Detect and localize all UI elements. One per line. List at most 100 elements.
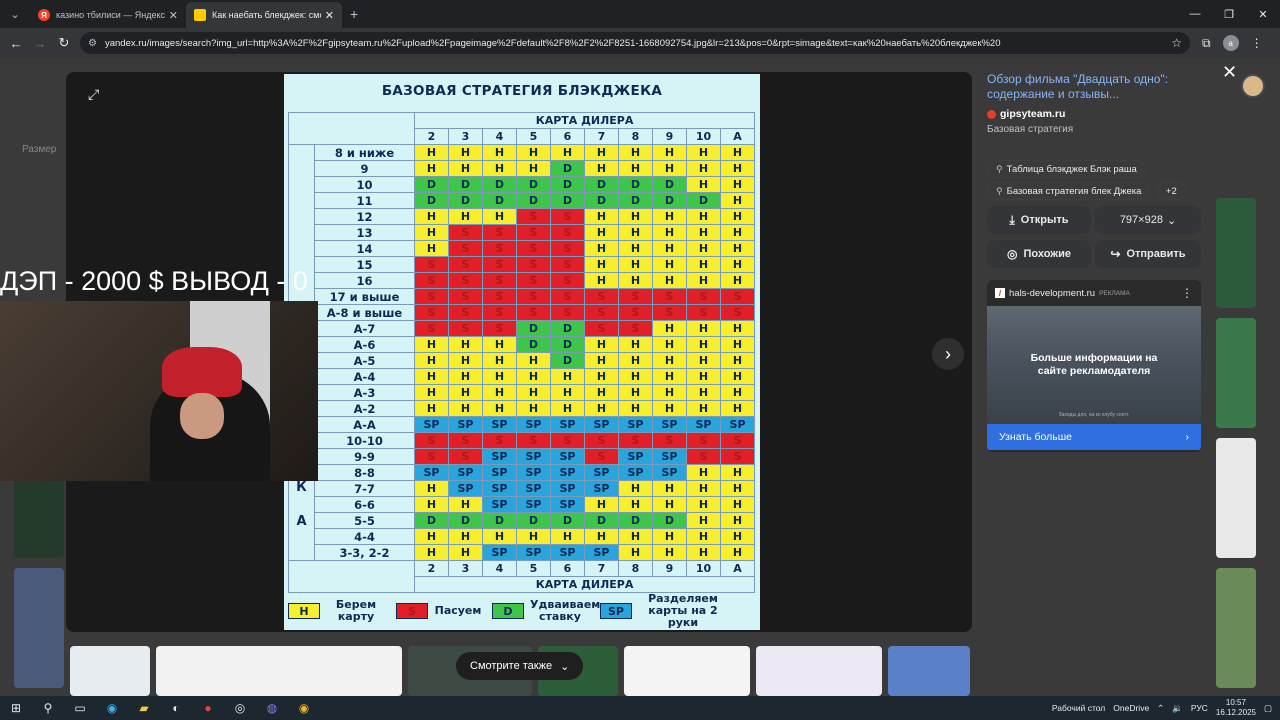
app-icon[interactable]: ●: [197, 698, 219, 718]
result-thumbnail[interactable]: [14, 568, 64, 688]
blackjack-strategy-image[interactable]: БАЗОВАЯ СТРАТЕГИЯ БЛЭКДЖЕКА КАРТА ДИЛЕРА…: [284, 74, 760, 630]
tray-chevron-icon[interactable]: ⌃: [1157, 703, 1164, 714]
dealer-card-label: 10: [686, 560, 721, 577]
ad-image[interactable]: Больше информации на сайте рекламодателя…: [987, 306, 1201, 424]
window-close-icon[interactable]: ✕: [1246, 8, 1280, 21]
strategy-cell: S: [448, 448, 483, 465]
new-tab-button[interactable]: +: [342, 6, 366, 22]
result-thumbnail[interactable]: [1216, 568, 1256, 688]
dealer-card-label: 9: [652, 128, 687, 145]
volume-icon[interactable]: 🔉: [1172, 703, 1183, 714]
strategy-cell: SP: [550, 464, 585, 481]
strategy-cell: D: [618, 192, 653, 209]
site-info-icon[interactable]: ⚙: [88, 38, 97, 49]
similar-images-button[interactable]: ◎ Похожие: [987, 240, 1091, 268]
search-icon[interactable]: ⚲: [37, 698, 59, 718]
strategy-cell: H: [686, 240, 721, 257]
strategy-cell: H: [686, 528, 721, 545]
lang-indicator[interactable]: РУС: [1191, 703, 1208, 713]
strategy-cell: S: [448, 288, 483, 305]
strategy-cell: D: [516, 336, 551, 353]
steam-icon[interactable]: ◐: [165, 698, 187, 718]
strategy-cell: H: [686, 272, 721, 289]
edge-icon[interactable]: ◉: [101, 698, 123, 718]
strategy-cell: SP: [686, 416, 721, 433]
image-size-dropdown[interactable]: 797×928 ⌄: [1095, 206, 1201, 234]
related-query-chip[interactable]: ⚲ Базовая стратегия блек Джека: [987, 182, 1151, 200]
discord-icon[interactable]: ◍: [261, 698, 283, 718]
player-hand-label: А-7: [314, 320, 415, 337]
tab-title: Как наебать блекджек: смотр: [212, 10, 321, 20]
source-site[interactable]: gipsyteam.ru: [987, 108, 1208, 120]
strategy-cell: H: [414, 544, 449, 561]
more-options-icon[interactable]: ⋮: [1181, 286, 1193, 300]
thumbnail[interactable]: [156, 646, 402, 696]
size-filter[interactable]: Размер: [22, 144, 56, 155]
thumbnail[interactable]: [888, 646, 970, 696]
strategy-cell: S: [516, 272, 551, 289]
next-image-button[interactable]: ›: [932, 338, 964, 370]
explorer-icon[interactable]: ▰: [133, 698, 155, 718]
ad-card[interactable]: / hals-development.ru РЕКЛАМА ⋮ Больше и…: [987, 280, 1201, 452]
desktop-toolbar[interactable]: Рабочий стол: [1052, 703, 1105, 713]
address-toolbar: ← → ↻ ⚙ yandex.ru/images/search?img_url=…: [0, 28, 1280, 58]
strategy-cell: H: [618, 224, 653, 241]
strategy-cell: H: [686, 224, 721, 241]
tab-blackjack[interactable]: Как наебать блекджек: смотр ✕: [186, 2, 342, 28]
strategy-cell: H: [584, 496, 619, 513]
alice-assistant-icon[interactable]: [1241, 74, 1265, 98]
strategy-cell: SP: [652, 416, 687, 433]
related-query-chip[interactable]: ⚲ Таблица блэкджек Блэк раша: [987, 160, 1146, 178]
source-page-title[interactable]: Обзор фильма "Двадцать одно": содержание…: [987, 72, 1187, 102]
strategy-row: 13 H S S S S H H H H H: [289, 224, 756, 241]
avatar[interactable]: a: [1222, 35, 1239, 51]
strategy-cell: H: [482, 528, 517, 545]
menu-icon[interactable]: ⋮: [1251, 36, 1263, 50]
onedrive-label[interactable]: OneDrive: [1113, 703, 1149, 713]
strategy-cell: H: [584, 352, 619, 369]
strategy-cell: H: [686, 480, 721, 497]
clock[interactable]: 10:57 16.12.2025: [1216, 698, 1256, 718]
tab-casino[interactable]: Я казино тбилиси — Яндекс: на ✕: [30, 2, 186, 28]
task-view-icon[interactable]: ▭: [69, 698, 91, 718]
strategy-cell: H: [414, 336, 449, 353]
minimize-icon[interactable]: —: [1178, 8, 1212, 20]
windows-start-icon[interactable]: ⊞: [5, 698, 27, 718]
close-tab-icon[interactable]: ✕: [325, 9, 334, 22]
result-thumbnail[interactable]: [1216, 438, 1256, 558]
result-thumbnail[interactable]: [1216, 198, 1256, 308]
open-image-button[interactable]: ⤓ Открыть: [987, 206, 1091, 234]
see-also-button[interactable]: Смотрите также ⌄: [456, 652, 584, 680]
more-chips-button[interactable]: +2: [1156, 182, 1186, 200]
address-input[interactable]: ⚙ yandex.ru/images/search?img_url=http%3…: [80, 32, 1190, 54]
thumbnail[interactable]: [70, 646, 150, 696]
bookmark-star-icon[interactable]: ☆: [1171, 36, 1182, 50]
close-viewer-icon[interactable]: ✕: [1222, 62, 1237, 83]
obs-icon[interactable]: ◎: [229, 698, 251, 718]
thumbnail[interactable]: [756, 646, 882, 696]
strategy-cell: S: [719, 304, 756, 321]
ad-learn-more-button[interactable]: Узнать больше ›: [987, 424, 1201, 450]
ad-domain: hals-development.ru: [1009, 287, 1096, 299]
legend-label: Удваиваем ставку: [530, 598, 601, 623]
share-button[interactable]: ↪ Отправить: [1095, 240, 1201, 268]
thumbnail[interactable]: [624, 646, 750, 696]
strategy-cell: S: [550, 272, 585, 289]
close-tab-icon[interactable]: ✕: [169, 9, 178, 22]
strategy-cell: H: [652, 544, 687, 561]
fullscreen-icon[interactable]: ⤢: [88, 86, 99, 103]
tab-search-button[interactable]: ⌄: [4, 3, 26, 25]
strategy-cell: H: [686, 336, 721, 353]
result-thumbnail[interactable]: [1216, 318, 1256, 428]
strategy-cell: H: [516, 528, 551, 545]
chrome-icon[interactable]: ◉: [293, 698, 315, 718]
strategy-cell: H: [652, 368, 687, 385]
notifications-icon[interactable]: ▢: [1264, 703, 1272, 714]
extensions-icon[interactable]: ⧉: [1202, 36, 1211, 51]
restore-icon[interactable]: ❐: [1212, 8, 1246, 21]
strategy-cell: H: [414, 368, 449, 385]
reload-button[interactable]: ↻: [52, 35, 76, 51]
back-button[interactable]: ←: [4, 36, 28, 51]
strategy-cell: D: [482, 176, 517, 193]
forward-button[interactable]: →: [28, 36, 52, 51]
